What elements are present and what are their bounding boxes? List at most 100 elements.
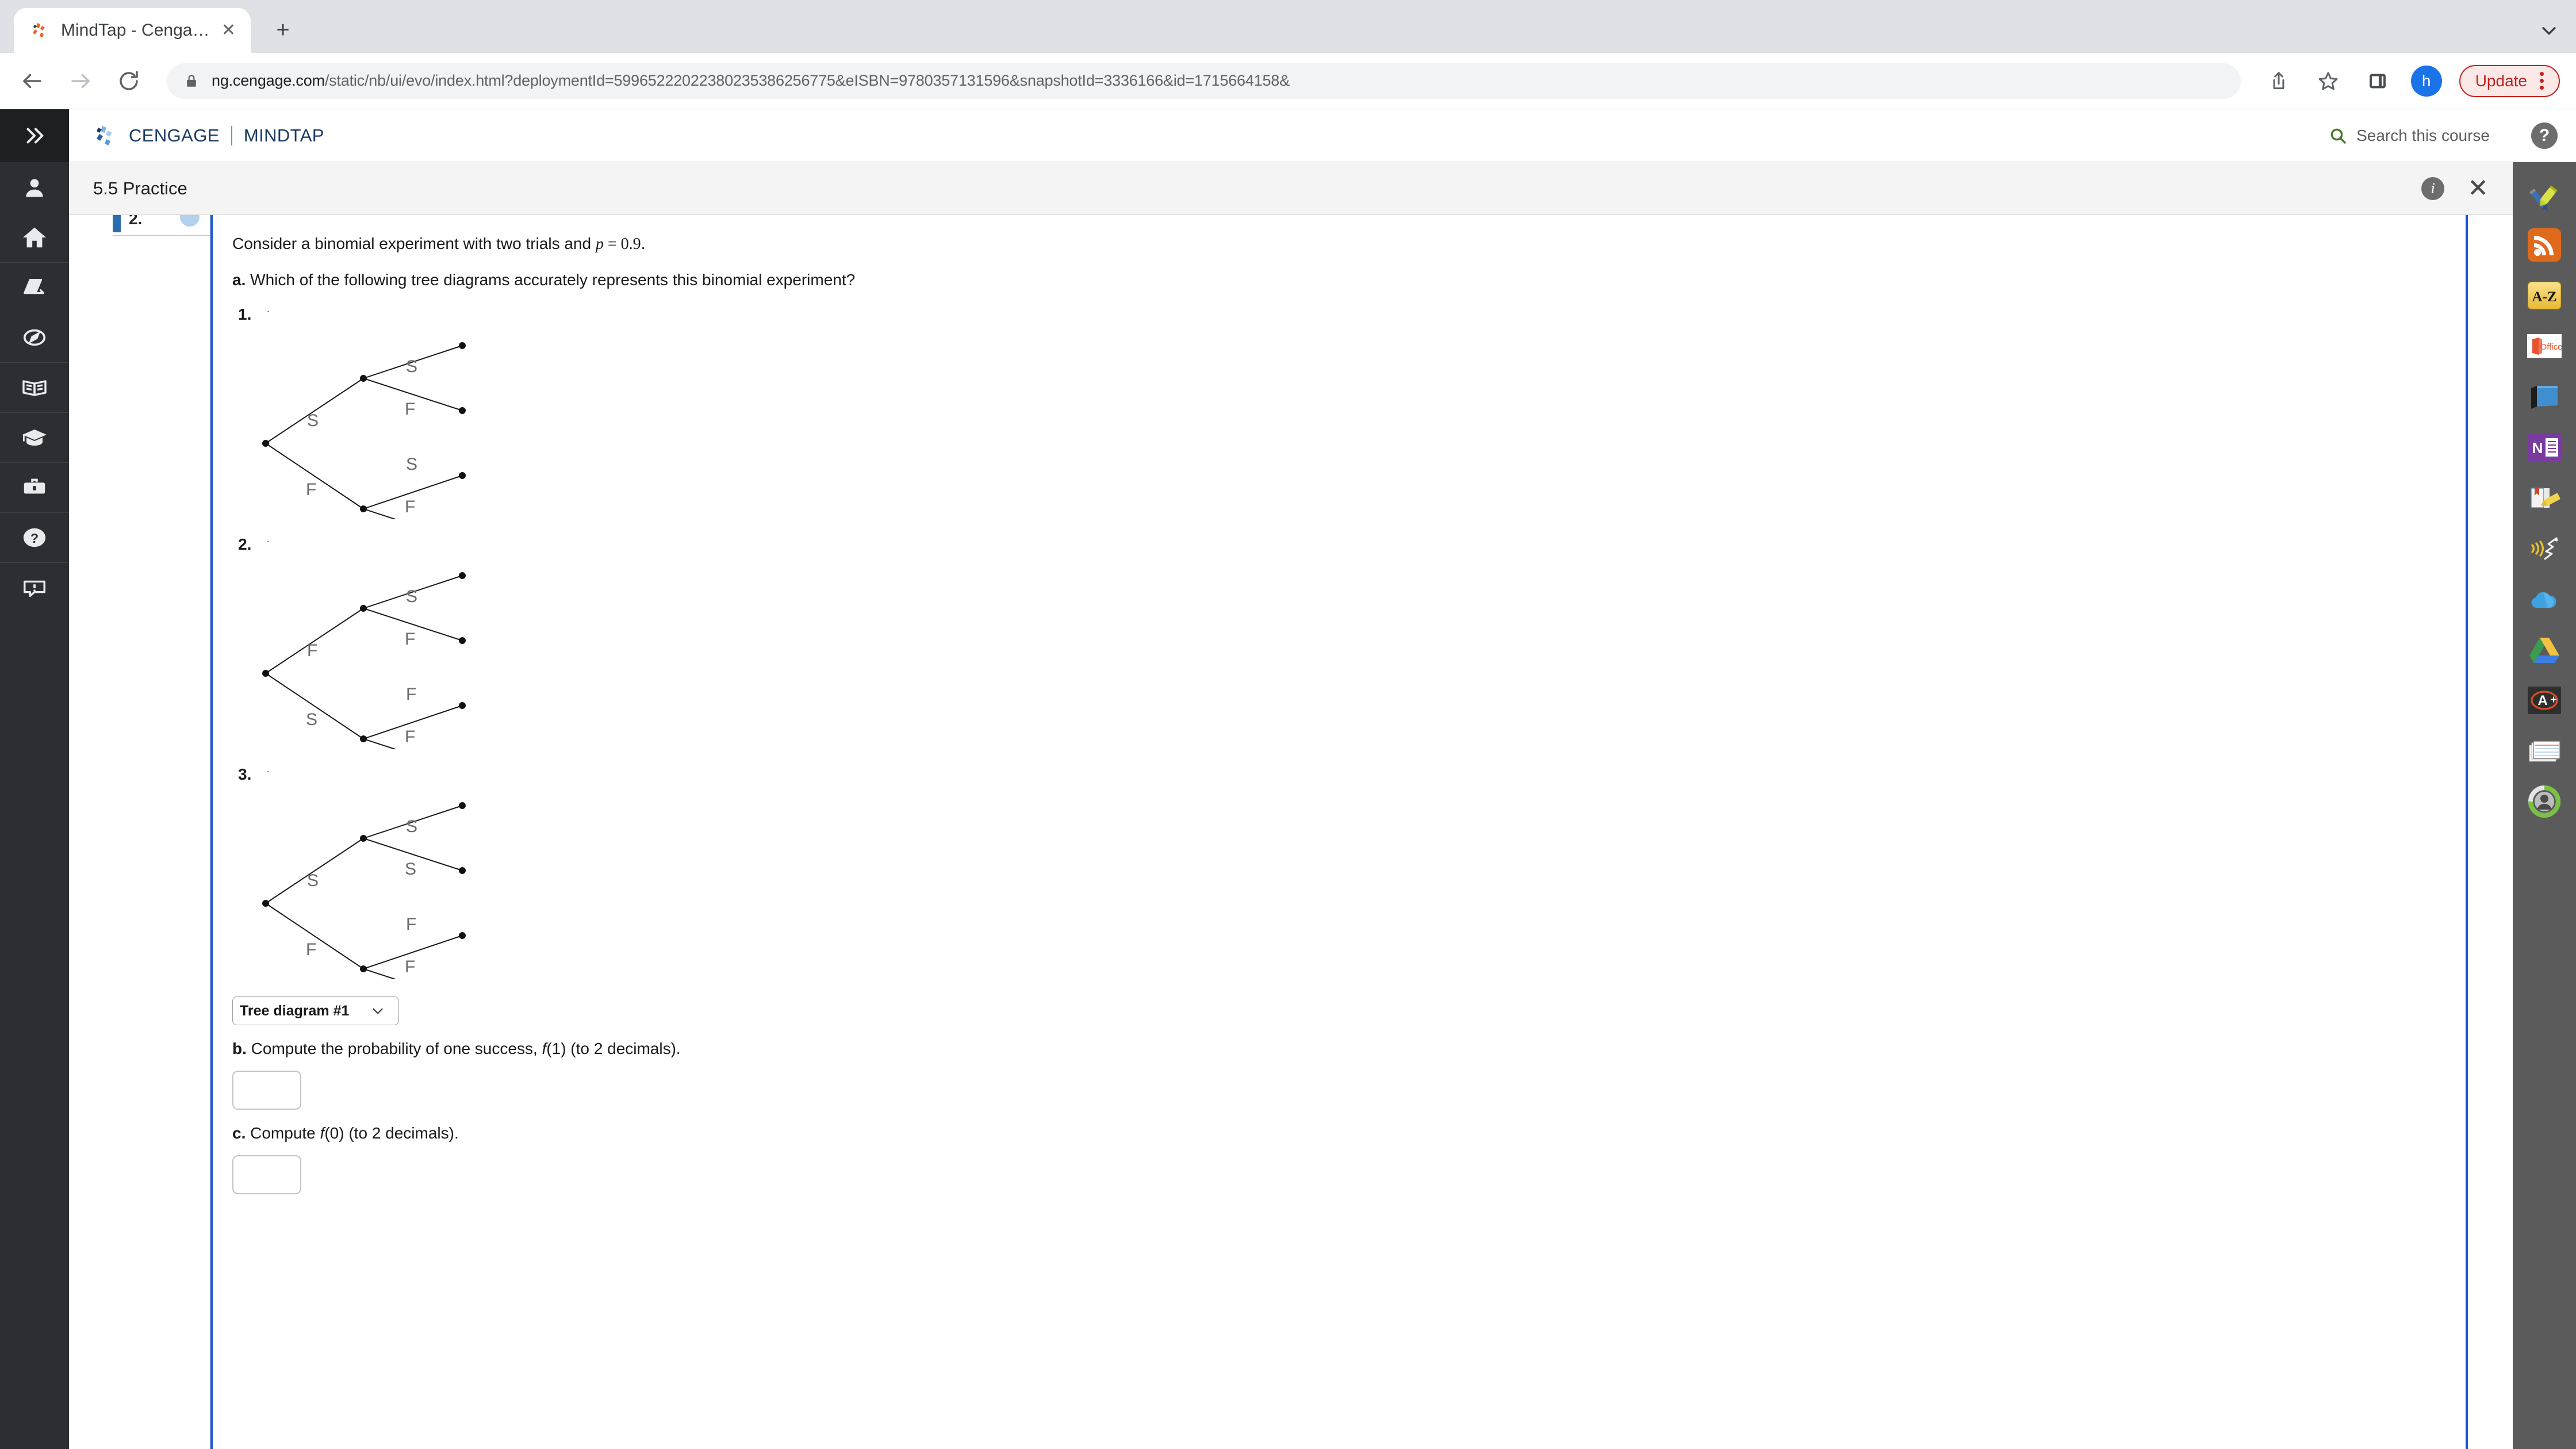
search-course-button[interactable]: Search this course [2329,126,2490,145]
activity-actions: i ✕ [2421,175,2489,201]
nav-item-partial[interactable]: 2. [113,215,210,236]
bookmark-star-icon[interactable] [2312,65,2344,97]
part-c-text-1: Compute [250,1124,320,1142]
info-icon[interactable]: i [2421,177,2445,200]
part-c-answer-input[interactable] [232,1155,301,1194]
update-button[interactable]: Update [2459,64,2560,97]
close-icon[interactable]: ✕ [2467,175,2489,201]
tool-microsoft-office[interactable]: Office [2526,328,2563,365]
svg-text:S: S [405,860,416,879]
tool-progress[interactable] [2526,783,2563,820]
svg-text:F: F [306,480,316,499]
url-host: ng.cengage.com [212,72,325,89]
back-arrow-icon[interactable] [16,65,48,97]
lock-icon [184,74,199,89]
onenote-icon: N [2528,434,2561,461]
brand-divider [231,125,232,145]
svg-text:+: + [2550,694,2556,706]
tree-diagram-select[interactable]: Tree diagram #1 Tree diagram #2 Tree dia… [232,996,399,1025]
question-circle-icon: ? [2531,122,2558,149]
activity-header: 5.5 Practice i ✕ [69,162,2513,215]
question-nav-pane: 2. [113,215,210,1449]
chevron-down-icon[interactable] [2539,21,2559,40]
sidebar-item-ebook[interactable] [0,362,69,412]
tab-title: MindTap - Cengage Learning [61,21,211,40]
svg-text:S: S [406,817,417,836]
sidebar-item-announcements[interactable] [0,562,69,612]
choice-2: 2. · F S S F F F [232,535,2466,749]
toolbar-icon-group: h Update [2263,64,2560,97]
reload-icon[interactable] [113,65,145,97]
question-stem-suffix: . [641,235,646,252]
cengage-logo[interactable]: CENGAGE MINDTAP [92,122,324,149]
page-title: 5.5 Practice [93,178,187,198]
kebab-menu-icon[interactable] [2540,72,2544,90]
part-b-math: f(1) [542,1039,566,1057]
choice-3: 3. · S F S S F F [232,765,2466,979]
brand-label: CENGAGE [129,125,220,145]
part-c-label: c. [232,1124,246,1142]
svg-text:S: S [406,357,417,376]
tool-study-tools[interactable] [2526,480,2563,516]
choice-1-number: 1. [238,305,252,323]
profile-avatar[interactable]: h [2410,65,2442,97]
part-b-text-2: (to 2 decimals). [566,1039,681,1057]
svg-text:S: S [306,710,317,729]
part-a-label: a. [232,270,246,289]
sidebar-item-help[interactable]: ? [0,512,69,562]
choice-2-bullet: · [266,535,270,547]
page-body: ? CENGAGE MINDTAP Search this course 5.5… [0,109,2576,1449]
tree-diagram-3: S F S S F F [232,789,2466,979]
svg-text:Office: Office [2540,342,2562,352]
tool-dictionary[interactable]: A-Z [2526,277,2563,314]
address-bar[interactable]: ng.cengage.com/static/nb/ui/evo/index.ht… [167,63,2241,99]
tab-strip: MindTap - Cengage Learning ✕ + [0,0,2576,53]
nav-item-status-badge [180,215,200,227]
share-icon[interactable] [2263,65,2295,97]
tool-flashcards[interactable] [2526,733,2563,769]
choice-3-bullet: · [266,765,270,777]
double-chevron-right-icon[interactable] [0,109,69,162]
svg-text:S: S [406,455,417,474]
question-stem-math: p = 0.9 [595,235,641,253]
tool-onedrive[interactable] [2526,581,2563,618]
bookmark-highlighter-icon [2528,485,2561,511]
part-c-text-2: (to 2 decimals). [344,1124,459,1142]
new-tab-button[interactable]: + [263,10,302,49]
question-stem: Consider a binomial experiment with two … [232,232,2466,256]
tool-grade-tracker[interactable]: A + [2526,682,2563,719]
sidebar-item-grades[interactable] [0,412,69,462]
svg-text:F: F [405,727,415,746]
sidebar-item-profile[interactable] [0,162,69,212]
choice-2-number: 2. [238,535,252,553]
close-icon[interactable]: ✕ [221,22,236,39]
part-c-math: f(0) [320,1124,344,1142]
svg-text:F: F [406,685,416,704]
tool-google-drive[interactable] [2526,631,2563,668]
tool-annotate[interactable] [2526,176,2563,213]
side-panel-icon[interactable] [2362,65,2394,97]
browser-tab[interactable]: MindTap - Cengage Learning ✕ [14,8,251,53]
question-part-c: c. Compute f(0) (to 2 decimals). [232,1124,2466,1143]
sidebar-item-home[interactable] [0,212,69,262]
sidebar-item-course[interactable] [0,262,69,312]
part-b-text-1: Compute the probability of one success, [251,1039,542,1057]
tree-diagram-select-shell: Tree diagram #1 Tree diagram #2 Tree dia… [232,996,399,1025]
sidebar-item-explore[interactable] [0,312,69,362]
tool-rss-feed[interactable] [2526,227,2563,263]
browser-window: MindTap - Cengage Learning ✕ + [0,0,2576,1449]
svg-text:F: F [306,940,316,959]
google-drive-icon [2528,635,2561,664]
a-z-dictionary-icon: A-Z [2528,282,2561,309]
help-button[interactable]: ? [2513,109,2576,162]
svg-text:S: S [307,871,319,890]
tool-onenote[interactable]: N [2526,429,2563,466]
choice-2-header: 2. · [232,535,2466,554]
tree-diagram-1: S F S F S F [232,329,2466,519]
activity-body: 2. Consider a binomial experiment with t… [69,215,2513,1449]
onedrive-cloud-icon [2527,588,2562,610]
sidebar-item-toolbox[interactable] [0,462,69,512]
tool-read-aloud[interactable] [2526,530,2563,567]
tool-ebook-reader[interactable] [2526,378,2563,415]
part-b-answer-input[interactable] [232,1070,301,1110]
